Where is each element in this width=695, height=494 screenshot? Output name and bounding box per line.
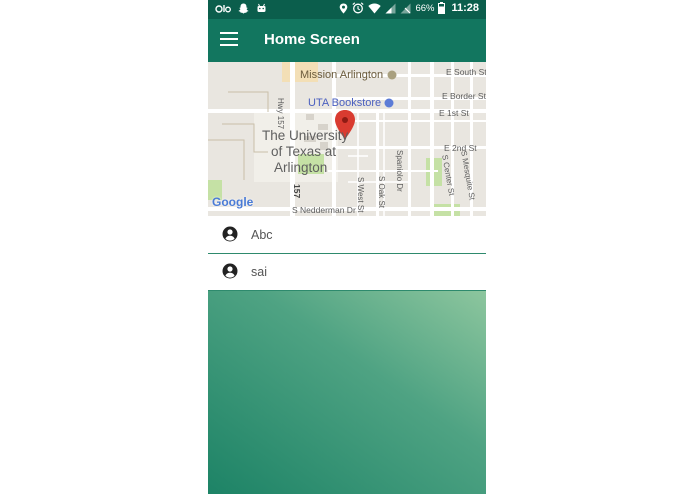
no-signal-icon: [400, 3, 411, 13]
map-label-hwy-157: Hwy 157: [276, 98, 285, 130]
map-label-157: 157: [292, 184, 302, 199]
battery-percent: 66%: [415, 2, 435, 14]
map-label-university-1: The University: [262, 128, 349, 143]
google-logo: Google: [212, 195, 254, 209]
location-icon: [340, 3, 348, 13]
map-label-s-oak-st: S Oak St: [377, 176, 386, 209]
map-view[interactable]: Mission Arlington UTA Bookstore The Univ…: [208, 62, 486, 216]
list-item-label: Abc: [251, 228, 273, 242]
phone-screen: 66% 11:28 Home Screen Mission Arlington …: [208, 0, 486, 494]
status-left-icons: [215, 3, 267, 14]
android-icon: [257, 3, 266, 12]
map-label-s-nedderman-dr: S Nedderman Dr: [292, 205, 356, 215]
status-bar: 66% 11:28: [208, 0, 486, 19]
list-item[interactable]: Abc: [208, 217, 486, 254]
map-label-e-south-st: E South St: [446, 67, 486, 77]
map-label-uta-bookstore: UTA Bookstore: [308, 97, 382, 109]
battery-icon: [438, 2, 446, 14]
map-label-mission-arlington: Mission Arlington: [300, 69, 384, 81]
menu-icon[interactable]: [220, 32, 238, 48]
map-label-s-west-st: S West St: [356, 177, 365, 213]
signal-icon: [385, 3, 396, 13]
page-title: Home Screen: [264, 31, 360, 48]
alarm-icon: [352, 2, 365, 14]
map-label-university-3: Arlington: [274, 160, 328, 175]
wifi-icon: [368, 2, 382, 13]
snapchat-icon: [238, 3, 249, 14]
account-circle-icon: [222, 226, 238, 242]
status-time: 11:28: [451, 2, 479, 14]
map-label-e-border-st: E Border St: [442, 91, 486, 101]
status-right-icons: 66% 11:28: [339, 2, 479, 14]
list-item-label: sai: [251, 265, 267, 279]
map-label-university-2: of Texas at: [271, 144, 337, 159]
list-item[interactable]: sai: [208, 254, 486, 291]
map-label-e-1st-st: E 1st St: [439, 108, 469, 118]
ola-icon: [215, 5, 231, 13]
app-bar: Home Screen: [208, 19, 486, 62]
gradient-background: [208, 291, 486, 494]
map-label-spaniolo-dr: Spaniolo Dr: [395, 150, 404, 192]
account-circle-icon: [222, 263, 238, 279]
